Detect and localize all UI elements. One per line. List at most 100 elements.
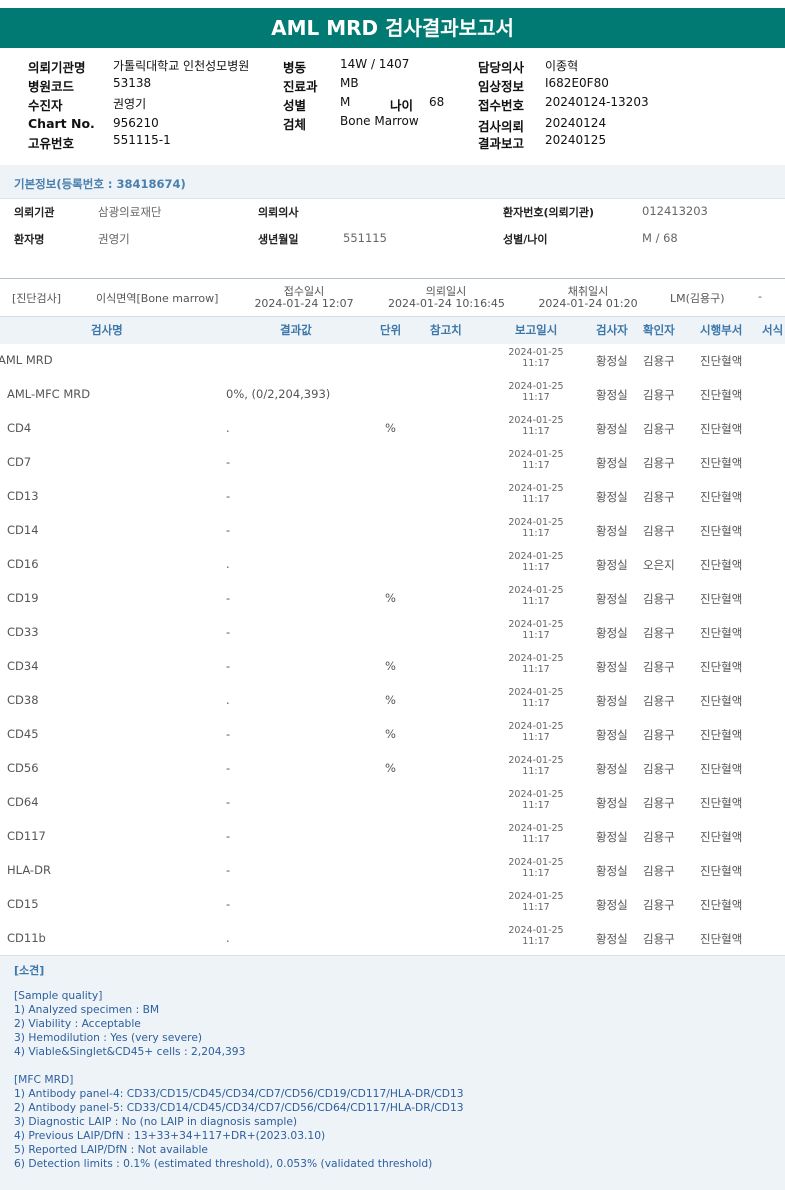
cell-tester: 황정실 (596, 524, 628, 538)
header-label-report-date: 결과보고 (478, 136, 525, 151)
cell-result: . (226, 421, 230, 435)
cell-department: 진단혈액 (700, 524, 743, 538)
cell-confirmer: 김용구 (643, 354, 675, 368)
cell-report-date: 2024-01-25 (508, 721, 564, 732)
cell-confirmer: 김용구 (643, 388, 675, 402)
th-result[interactable]: 결과값 (280, 322, 312, 338)
cell-department: 진단혈액 (700, 728, 743, 742)
header-value-hospital-code: 53138 (113, 76, 152, 90)
cell-tester: 황정실 (596, 626, 628, 640)
cell-result: - (226, 761, 231, 775)
cell-test-name: CD38 (7, 693, 39, 707)
cell-report-time: 11:17 (522, 460, 550, 471)
header-value-institution: 가톨릭대학교 인천성모병원 (113, 59, 250, 73)
top-strip (0, 0, 785, 8)
cell-result: - (226, 489, 231, 503)
cell-report-date: 2024-01-25 (508, 415, 564, 426)
cell-result: - (226, 625, 231, 639)
cell-tester: 황정실 (596, 388, 628, 402)
header-label-specimen: 검체 (283, 117, 307, 132)
cell-result: - (226, 523, 231, 537)
cell-confirmer: 김용구 (643, 422, 675, 436)
cell-test-name: CD14 (7, 523, 39, 537)
cell-report-time: 11:17 (522, 358, 550, 369)
th-test-name[interactable]: 검사명 (91, 322, 123, 338)
th-tester[interactable]: 검사자 (596, 322, 628, 338)
cell-test-name: AML-MFC MRD (7, 387, 91, 401)
cell-test-name: HLA-DR (7, 863, 51, 877)
cell-report-date: 2024-01-25 (508, 857, 564, 868)
basic-value-institution: 삼광의료재단 (98, 205, 162, 219)
cell-report-date: 2024-01-25 (508, 823, 564, 834)
th-department[interactable]: 시행부서 (700, 322, 742, 338)
order-test: 이식면역[Bone marrow] (96, 292, 219, 305)
cell-tester: 황정실 (596, 796, 628, 810)
basic-label-doctor: 의뢰의사 (258, 206, 299, 219)
cell-department: 진단혈액 (700, 490, 743, 504)
header-label-sex: 성별 (283, 98, 307, 113)
header-label-clinical-info: 임상정보 (478, 79, 525, 94)
cell-report-date: 2024-01-25 (508, 789, 564, 800)
cell-confirmer: 김용구 (643, 524, 675, 538)
cell-report-date: 2024-01-25 (508, 925, 564, 936)
cell-tester: 황정실 (596, 456, 628, 470)
cell-department: 진단혈액 (700, 592, 743, 606)
cell-tester: 황정실 (596, 898, 628, 912)
cell-report-time: 11:17 (522, 936, 550, 947)
header-value-request-date: 20240124 (545, 116, 607, 130)
cell-report-time: 11:17 (522, 392, 550, 403)
cell-department: 진단혈액 (700, 830, 743, 844)
cell-tester: 황정실 (596, 762, 628, 776)
cell-tester: 황정실 (596, 558, 628, 572)
header-value-specimen: Bone Marrow (340, 114, 419, 128)
cell-unit: % (385, 693, 396, 707)
cell-result: - (226, 897, 231, 911)
cell-report-date: 2024-01-25 (508, 585, 564, 596)
header-value-sex: M (340, 95, 351, 109)
cell-result: - (226, 455, 231, 469)
header-value-receipt-no: 20240124-13203 (545, 95, 649, 109)
cell-test-name: CD16 (7, 557, 39, 571)
basic-value-sex-age: M / 68 (642, 231, 678, 245)
cell-report-date: 2024-01-25 (508, 687, 564, 698)
basic-label-birthdate: 생년월일 (258, 233, 299, 246)
cell-confirmer: 김용구 (643, 592, 675, 606)
findings-text: [Sample quality] 1) Analyzed specimen : … (14, 989, 464, 1170)
cell-result: 0%, (0/2,204,393) (226, 387, 331, 401)
header-value-clinical-info: I682E0F80 (545, 76, 609, 90)
report-title: AML MRD 검사결과보고서 (0, 8, 785, 48)
cell-test-name: CD34 (7, 659, 39, 673)
cell-department: 진단혈액 (700, 932, 743, 946)
cell-report-date: 2024-01-25 (508, 619, 564, 630)
th-confirmer[interactable]: 확인자 (643, 322, 675, 338)
cell-report-time: 11:17 (522, 630, 550, 641)
th-unit[interactable]: 단위 (380, 322, 401, 338)
cell-confirmer: 김용구 (643, 456, 675, 470)
header-value-report-date: 20240125 (545, 133, 607, 147)
cell-report-time: 11:17 (522, 732, 550, 743)
order-collected: 2024-01-24 01:20 (538, 297, 638, 310)
basic-label-institution: 의뢰기관 (14, 206, 55, 219)
cell-report-time: 11:17 (522, 664, 550, 675)
header-label-chart-no: Chart No. (28, 116, 95, 131)
cell-unit: % (385, 659, 396, 673)
cell-report-date: 2024-01-25 (508, 449, 564, 460)
cell-confirmer: 김용구 (643, 660, 675, 674)
cell-report-date: 2024-01-25 (508, 891, 564, 902)
basic-label-sex-age: 성별/나이 (503, 233, 548, 246)
th-report-date[interactable]: 보고일시 (515, 322, 557, 338)
cell-test-name: CD15 (7, 897, 39, 911)
cell-report-time: 11:17 (522, 766, 550, 777)
header-value-patient: 권영기 (113, 97, 147, 111)
header-value-ward: 14W / 1407 (340, 57, 410, 71)
th-reference[interactable]: 참고치 (430, 322, 462, 338)
cell-report-time: 11:17 (522, 698, 550, 709)
cell-test-name: CD56 (7, 761, 39, 775)
cell-tester: 황정실 (596, 354, 628, 368)
cell-confirmer: 김용구 (643, 490, 675, 504)
cell-department: 진단혈액 (700, 796, 743, 810)
cell-report-time: 11:17 (522, 868, 550, 879)
cell-test-name: CD117 (7, 829, 46, 843)
th-format[interactable]: 서식 (762, 322, 783, 338)
order-category: [진단검사] (12, 292, 62, 305)
